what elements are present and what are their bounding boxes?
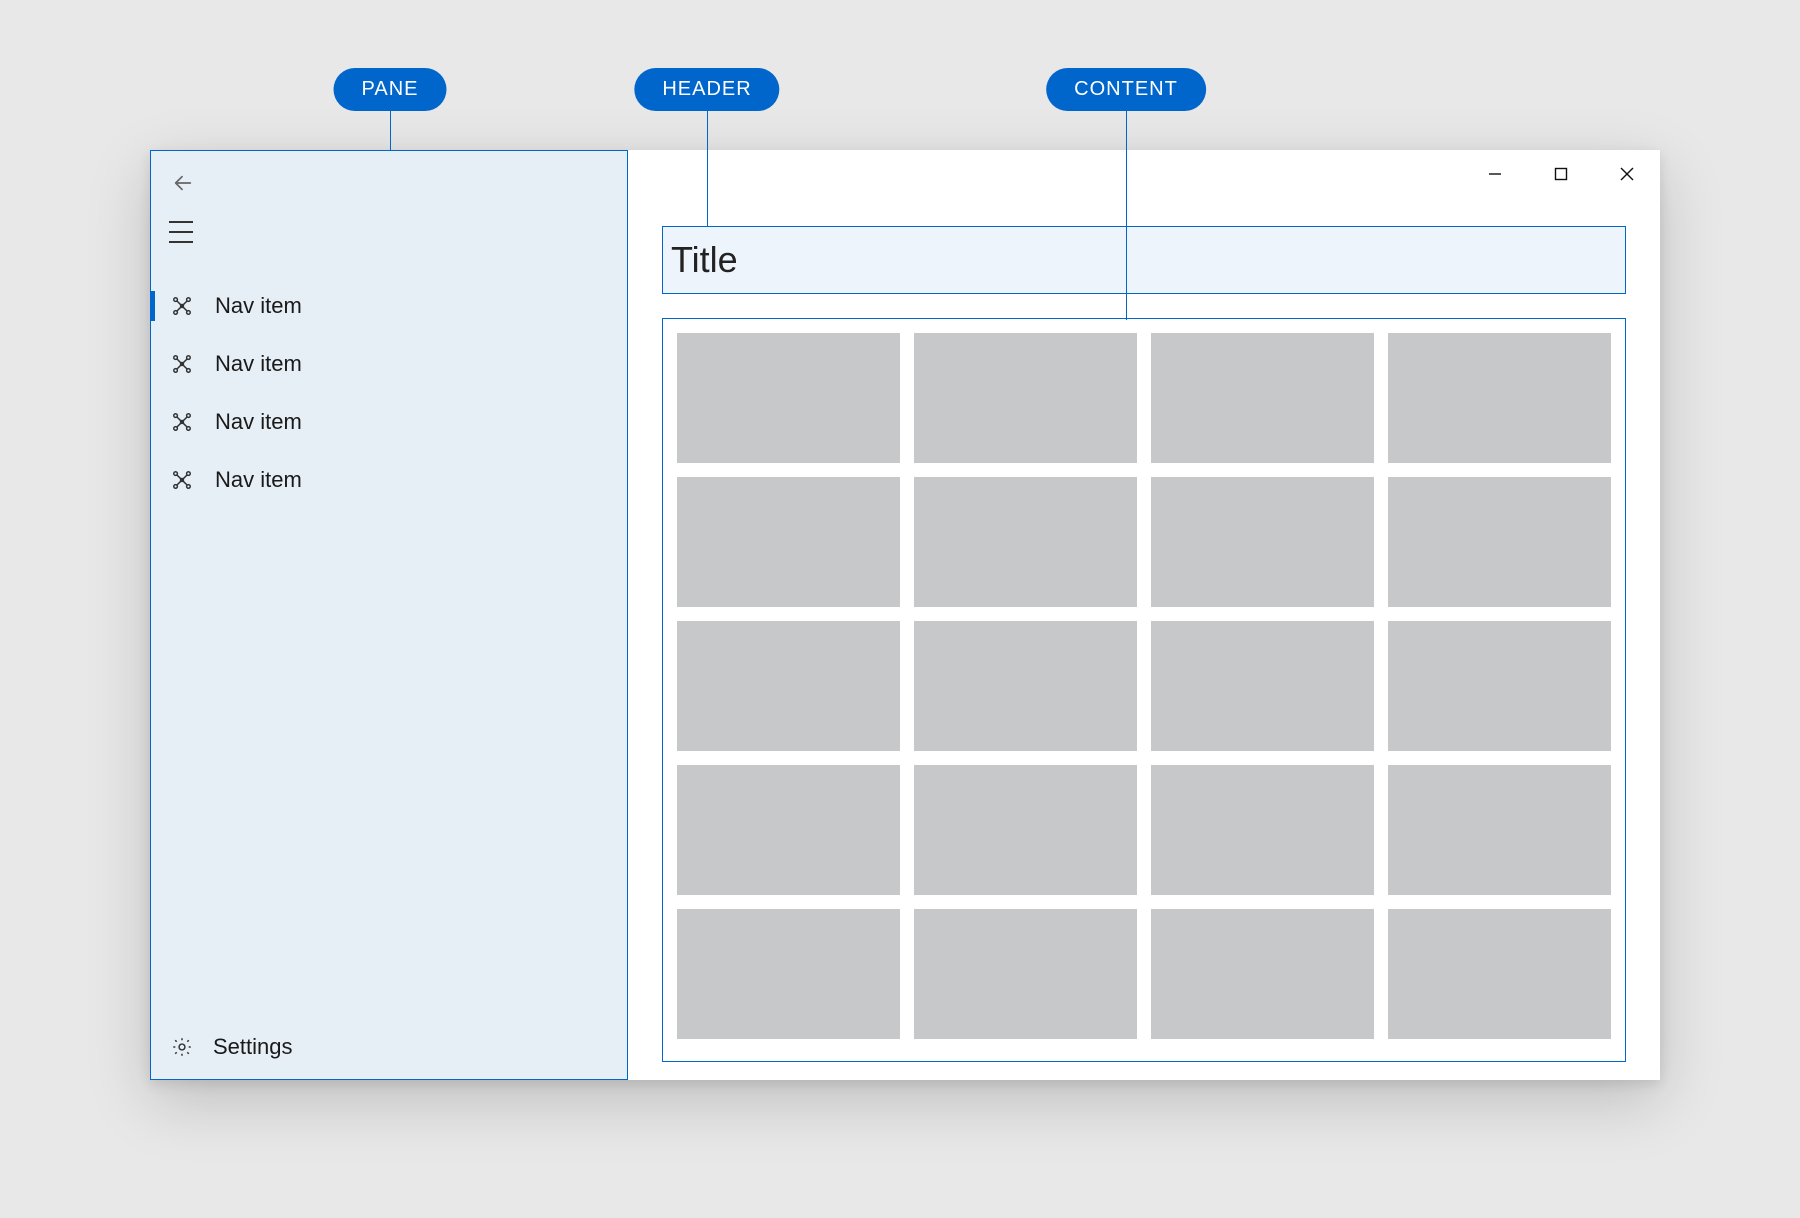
hamburger-button[interactable] [169,221,197,243]
nav-item[interactable]: Nav item [151,277,627,335]
content-tile[interactable] [1388,765,1611,895]
content-area [662,318,1626,1062]
content-tile[interactable] [1151,765,1374,895]
content-tile[interactable] [914,477,1137,607]
close-icon [1620,167,1634,181]
hamburger-line [169,221,193,223]
content-tile[interactable] [1388,333,1611,463]
page-title: Title [671,239,738,281]
nav-item[interactable]: Nav item [151,335,627,393]
nav-item-label: Nav item [215,351,302,377]
content-tile[interactable] [1151,477,1374,607]
minimize-button[interactable] [1462,150,1528,198]
nav-item-label: Nav item [215,293,302,319]
maximize-button[interactable] [1528,150,1594,198]
nav-item-label: Nav item [215,409,302,435]
content-tile[interactable] [1388,477,1611,607]
settings-label: Settings [213,1034,293,1060]
content-tile[interactable] [1151,333,1374,463]
content-tile[interactable] [677,765,900,895]
window-controls [1462,150,1660,198]
content-tile[interactable] [677,333,900,463]
back-button[interactable] [169,169,197,197]
content-tile[interactable] [914,765,1137,895]
content-tile[interactable] [677,621,900,751]
annotation-leader [390,110,391,150]
nav-item-label: Nav item [215,467,302,493]
nav-item-icon [171,295,193,317]
close-button[interactable] [1594,150,1660,198]
nav-list: Nav item Nav item Nav item Nav item [151,277,627,509]
nav-item-icon [171,469,193,491]
content-tile[interactable] [677,909,900,1039]
gear-icon [171,1036,193,1058]
pane-top [151,151,627,249]
app-window: Nav item Nav item Nav item Nav item Sett… [150,150,1660,1080]
content-tile[interactable] [914,621,1137,751]
hamburger-line [169,231,193,233]
annotation-pill-pane: PANE [334,68,447,111]
nav-item-icon [171,411,193,433]
content-tile[interactable] [1388,621,1611,751]
content-tile[interactable] [1388,909,1611,1039]
nav-item[interactable]: Nav item [151,451,627,509]
annotation-pill-header: HEADER [634,68,779,111]
content-tile[interactable] [914,333,1137,463]
content-tile[interactable] [1151,909,1374,1039]
nav-item-icon [171,353,193,375]
settings-item[interactable]: Settings [151,1015,627,1079]
content-tile[interactable] [914,909,1137,1039]
page-header: Title [662,226,1626,294]
hamburger-line [169,241,193,243]
back-arrow-icon [172,172,194,194]
navigation-pane: Nav item Nav item Nav item Nav item Sett… [150,150,628,1080]
content-grid [677,333,1611,1039]
maximize-icon [1554,167,1568,181]
nav-item[interactable]: Nav item [151,393,627,451]
main-area: Title [628,150,1660,1080]
annotation-pill-content: CONTENT [1046,68,1206,111]
content-tile[interactable] [1151,621,1374,751]
minimize-icon [1488,167,1502,181]
content-tile[interactable] [677,477,900,607]
